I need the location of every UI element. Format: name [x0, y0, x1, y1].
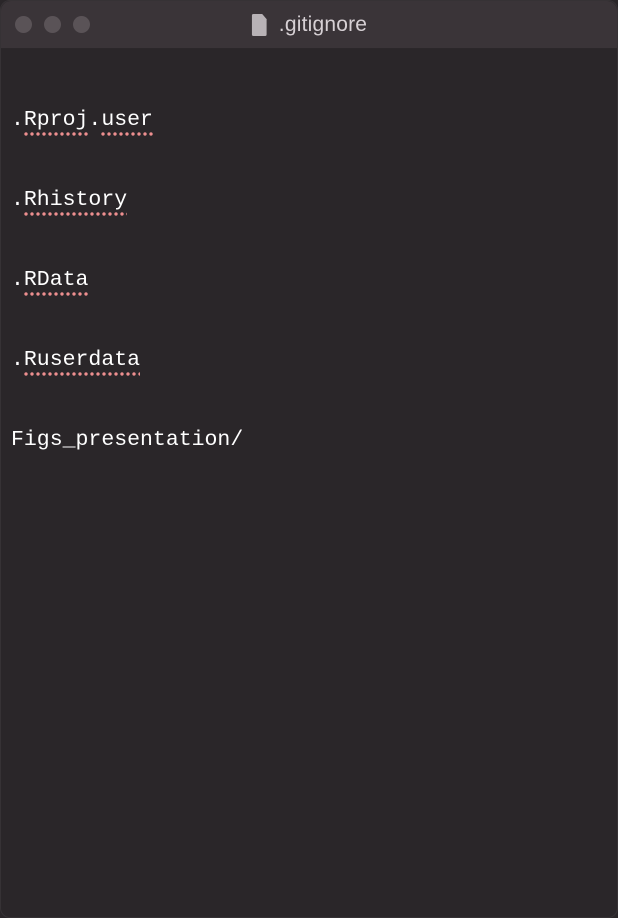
window-controls — [15, 16, 90, 33]
editor-line: .RData — [11, 267, 607, 295]
minimize-window-button[interactable] — [44, 16, 61, 33]
text-editor[interactable]: .Rproj.user .Rhistory .RData .Ruserdata … — [1, 49, 617, 485]
spell-error: RData — [24, 267, 89, 295]
editor-line: .Rproj.user — [11, 107, 607, 135]
close-window-button[interactable] — [15, 16, 32, 33]
window-title: .gitignore — [279, 13, 367, 37]
editor-line: .Rhistory — [11, 187, 607, 215]
editor-line: Figs_presentation/ — [11, 427, 607, 453]
spell-error: Rhistory — [24, 187, 127, 215]
file-icon — [251, 14, 269, 36]
spell-error: Rproj — [24, 107, 89, 135]
editor-line: .Ruserdata — [11, 347, 607, 375]
spell-error: Ruserdata — [24, 347, 140, 375]
spell-error: user — [101, 107, 153, 135]
zoom-window-button[interactable] — [73, 16, 90, 33]
title-bar: .gitignore — [1, 1, 617, 49]
title: .gitignore — [251, 13, 367, 37]
